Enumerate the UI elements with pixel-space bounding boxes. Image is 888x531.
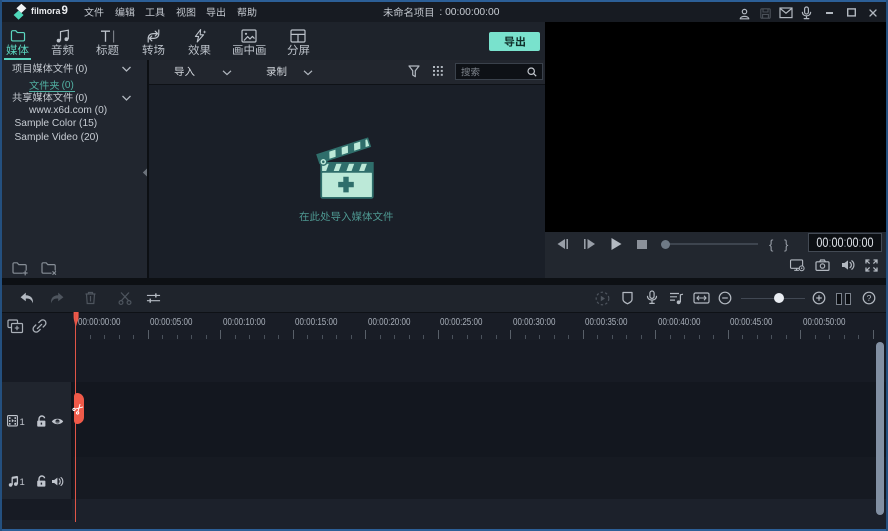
svg-text:?: ? — [867, 293, 872, 303]
